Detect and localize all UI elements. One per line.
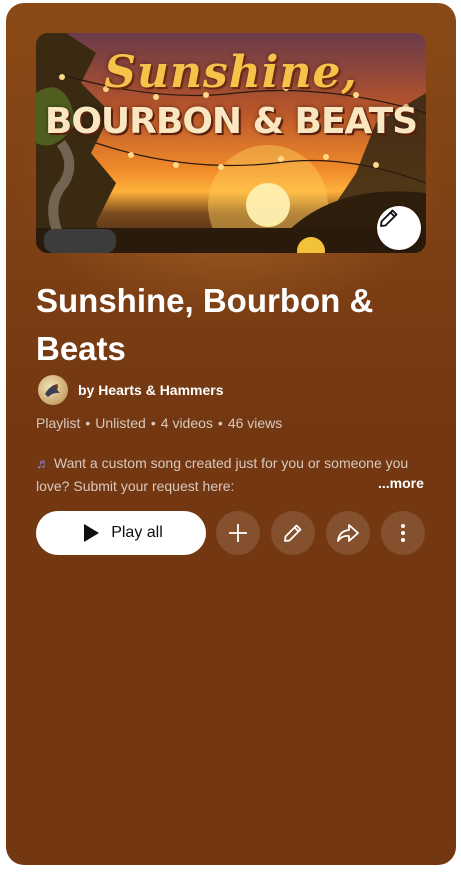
play-all-label: Play all [111,524,163,541]
playlist-type: Playlist [36,415,81,431]
playlist-title: Sunshine, Bourbon & Beats [36,282,374,367]
more-link[interactable]: ...more [378,475,424,491]
pencil-icon [380,209,398,227]
view-count: 46 views [227,415,283,431]
more-actions-button[interactable] [381,511,425,555]
avatar[interactable] [38,375,68,405]
playlist-thumbnail[interactable]: Sunshine, BOURBON & BEATS [36,33,426,253]
playlist-meta: Playlist • Unlisted • 4 videos • 46 views [36,415,283,431]
play-icon [84,524,100,542]
video-count: 4 videos [160,415,213,431]
share-button[interactable] [326,511,370,555]
author-row[interactable]: by Hearts & Hammers [38,375,224,405]
play-all-button[interactable]: Play all [36,511,206,555]
vertical-dots-icon [401,524,405,542]
playlist-header-panel: Sunshine, BOURBON & BEATS Sunshine, Bour… [6,3,456,865]
music-note-icon: ♬ [36,455,50,471]
description-text: Want a custom song created just for you … [36,455,409,494]
add-button[interactable] [216,511,260,555]
avatar-image [45,384,60,397]
edit-thumbnail-button[interactable] [377,206,421,250]
share-arrow-icon [337,524,359,542]
playlist-description[interactable]: ♬ Want a custom song created just for yo… [36,452,428,498]
pencil-icon [284,524,302,542]
edit-playlist-button[interactable] [271,511,315,555]
thumbnail-title-line2: BOURBON & BEATS [44,101,418,142]
author-name[interactable]: by Hearts & Hammers [78,382,224,398]
visibility-status[interactable]: Unlisted [95,415,146,431]
thumbnail-title-line1: Sunshine, [104,47,358,98]
plus-icon [229,524,247,542]
